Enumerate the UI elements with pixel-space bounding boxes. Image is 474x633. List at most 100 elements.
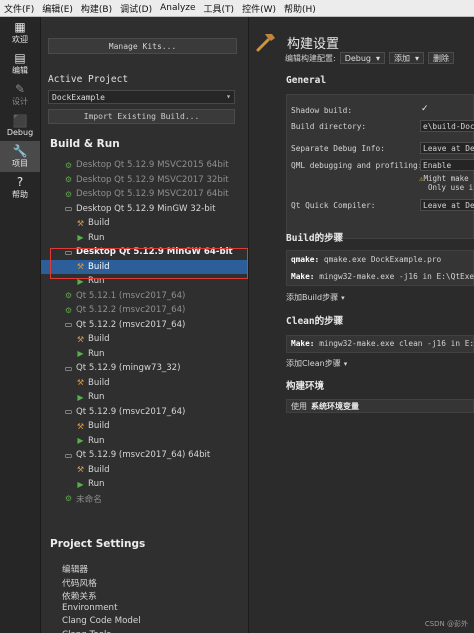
chevron-down-icon: ▾ [343,359,348,368]
pencil-icon: ✎ [14,81,26,96]
tree-item[interactable]: ▶ Run [41,347,248,362]
tree-item[interactable]: ▶ Run [41,434,248,449]
mode-5[interactable]: ? 帮助 [0,172,40,203]
monitor-icon: ▭ [64,247,73,257]
edit-icon: ▤ [14,50,26,65]
qmake-step[interactable]: qmake: qmake.exe DockExample.pro [291,255,441,264]
clean-steps-header: Clean的步骤 [286,316,344,327]
tree-item[interactable]: ⚒ Build [41,376,248,391]
project-settings-item[interactable]: 代码风格 [62,576,141,590]
tree-item[interactable]: ⚒ Build [41,463,248,478]
tree-item-label: 未命名 [76,494,102,505]
mode-label: 编辑 [12,65,28,75]
tree-item[interactable]: ▭ Qt 5.12.2 (msvc2017_64) [41,318,248,333]
tree-item[interactable]: ▭ Qt 5.12.9 (msvc2017_64) [41,405,248,420]
build-steps-panel: qmake: qmake.exe DockExample.pro Make: m… [286,250,474,286]
clean-make-step-key: Make: [291,339,315,348]
config-select[interactable]: Debug ▾ [339,52,386,64]
hammer-icon: ⚒ [76,334,85,344]
general-header: General [286,75,327,86]
tree-item[interactable]: ▭ Qt 5.12.9 (mingw73_32) [41,361,248,376]
project-settings-item[interactable]: Clang Code Model [62,616,141,630]
make-step[interactable]: Make: mingw32-make.exe -j16 in E:\QtExer [291,272,474,281]
play-icon: ▶ [77,233,84,243]
tree-item[interactable]: ⚙ Qt 5.12.2 (msvc2017_64) [41,303,248,318]
tree-item[interactable]: ⚙ Desktop Qt 5.12.9 MSVC2017 64bit [41,187,248,202]
menu-item-4[interactable]: Analyze [156,3,199,13]
tree-item-label: Build [88,377,110,388]
tree-item[interactable]: ▭ Desktop Qt 5.12.9 MinGW 32-bit [41,202,248,217]
active-project-select[interactable]: DockExample ▾ [48,90,235,104]
tree-item[interactable]: ▶ Run [41,274,248,289]
qml-warning-line-1: Might make [423,174,469,183]
tree-item[interactable]: ▶ Run [41,477,248,492]
project-settings-item[interactable]: 编辑器 [62,562,141,576]
menu-item-7[interactable]: 帮助(H) [280,2,320,15]
build-environment-row[interactable]: 使用 系统环境变量 [286,399,474,413]
build-directory-input[interactable]: e\build-DockEx [420,120,474,132]
tree-item-label: Build [88,421,110,432]
page-title-row: 构建设置 [255,31,339,53]
mode-3[interactable]: ⬛ Debug [0,110,40,141]
mode-1[interactable]: ▤ 编辑 [0,48,40,79]
mode-2[interactable]: ✎ 设计 [0,79,40,110]
tree-item[interactable]: ▶ Run [41,231,248,246]
menu-item-2[interactable]: 构建(B) [77,2,116,15]
tree-item[interactable]: ⚙ Desktop Qt 5.12.9 MSVC2017 32bit [41,173,248,188]
monitor-icon: ▭ [64,363,73,373]
qml-warning-line-2: Only use i [428,183,474,192]
page-title: 构建设置 [287,36,340,52]
project-navigation-panel: Manage Kits... Active Project DockExampl… [41,17,249,633]
make-step-value: mingw32-make.exe -j16 in E:\QtExer [319,272,474,281]
wrench-icon: 🔧 [12,143,28,158]
add-config-button[interactable]: 添加 ▾ [389,52,425,64]
menu-item-3[interactable]: 调试(D) [116,2,156,15]
project-settings-item[interactable]: 依赖关系 [62,589,141,603]
tree-item[interactable]: ⚙ Desktop Qt 5.12.9 MSVC2015 64bit [41,158,248,173]
tree-item-label: Desktop Qt 5.12.9 MSVC2017 64bit [76,189,229,200]
tree-item-label: Build [88,218,110,229]
delete-config-button[interactable]: 删除 [428,52,455,64]
import-existing-build-button[interactable]: Import Existing Build... [48,109,235,124]
tree-item-label: Run [88,392,105,403]
clean-make-step[interactable]: Make: mingw32-make.exe clean -j16 in E:\ [291,339,474,348]
clean-make-step-value: mingw32-make.exe clean -j16 in E:\ [319,339,474,348]
gear-icon: ⚙ [64,291,73,301]
add-clean-step-button[interactable]: 添加Clean步骤 ▾ [286,357,347,370]
tree-item[interactable]: ⚙ 未命名 [41,492,248,507]
menu-item-1[interactable]: 编辑(E) [38,2,77,15]
project-settings-header: Project Settings [50,538,146,550]
mode-label: 项目 [12,158,28,168]
mode-label: 欢迎 [12,34,28,44]
chevron-down-icon: ▾ [415,53,420,63]
tree-item[interactable]: ⚒ Build [41,332,248,347]
shadow-build-checkbox[interactable]: ✓ [421,104,429,114]
gear-icon: ⚙ [64,160,73,170]
tree-item[interactable]: ⚒ Build [41,419,248,434]
menu-bar: 文件(F) 编辑(E) 构建(B) 调试(D) Analyze 工具(T) 控件(W) 帮助(… [0,0,474,17]
add-build-step-button[interactable]: 添加Build步骤 ▾ [286,291,345,304]
mode-0[interactable]: ▦ 欢迎 [0,17,40,48]
project-settings-item[interactable]: Clang Tools [62,630,141,633]
tree-item[interactable]: ▭ Desktop Qt 5.12.9 MinGW 64-bit [41,245,248,260]
tree-item[interactable]: ⚙ Qt 5.12.1 (msvc2017_64) [41,289,248,304]
tree-item[interactable]: ▭ Qt 5.12.9 (msvc2017_64) 64bit [41,448,248,463]
menu-item-6[interactable]: 控件(W) [238,2,280,15]
manage-kits-button[interactable]: Manage Kits... [48,38,237,54]
env-value: 系统环境变量 [311,401,359,411]
build-directory-label: Build directory: [291,122,367,131]
tree-item[interactable]: ▶ Run [41,390,248,405]
quick-compiler-select[interactable]: Leave at De [420,199,474,211]
menu-item-5[interactable]: 工具(T) [200,2,239,15]
project-settings-item[interactable]: Environment [62,603,141,617]
chevron-down-icon: ▾ [341,293,345,302]
mode-4[interactable]: 🔧 项目 [0,141,40,172]
tree-item[interactable]: ⚒ Build [41,216,248,231]
menu-item-0[interactable]: 文件(F) [0,2,38,15]
monitor-icon: ▭ [64,407,73,417]
qml-debugging-select[interactable]: Enable [420,159,474,171]
tree-item-label: Run [88,435,105,446]
general-settings-panel: Shadow build: ✓ Build directory: e\build… [286,94,474,239]
tree-item[interactable]: ⚒ Build [41,259,248,274]
separate-debug-select[interactable]: Leave at De [420,142,474,154]
